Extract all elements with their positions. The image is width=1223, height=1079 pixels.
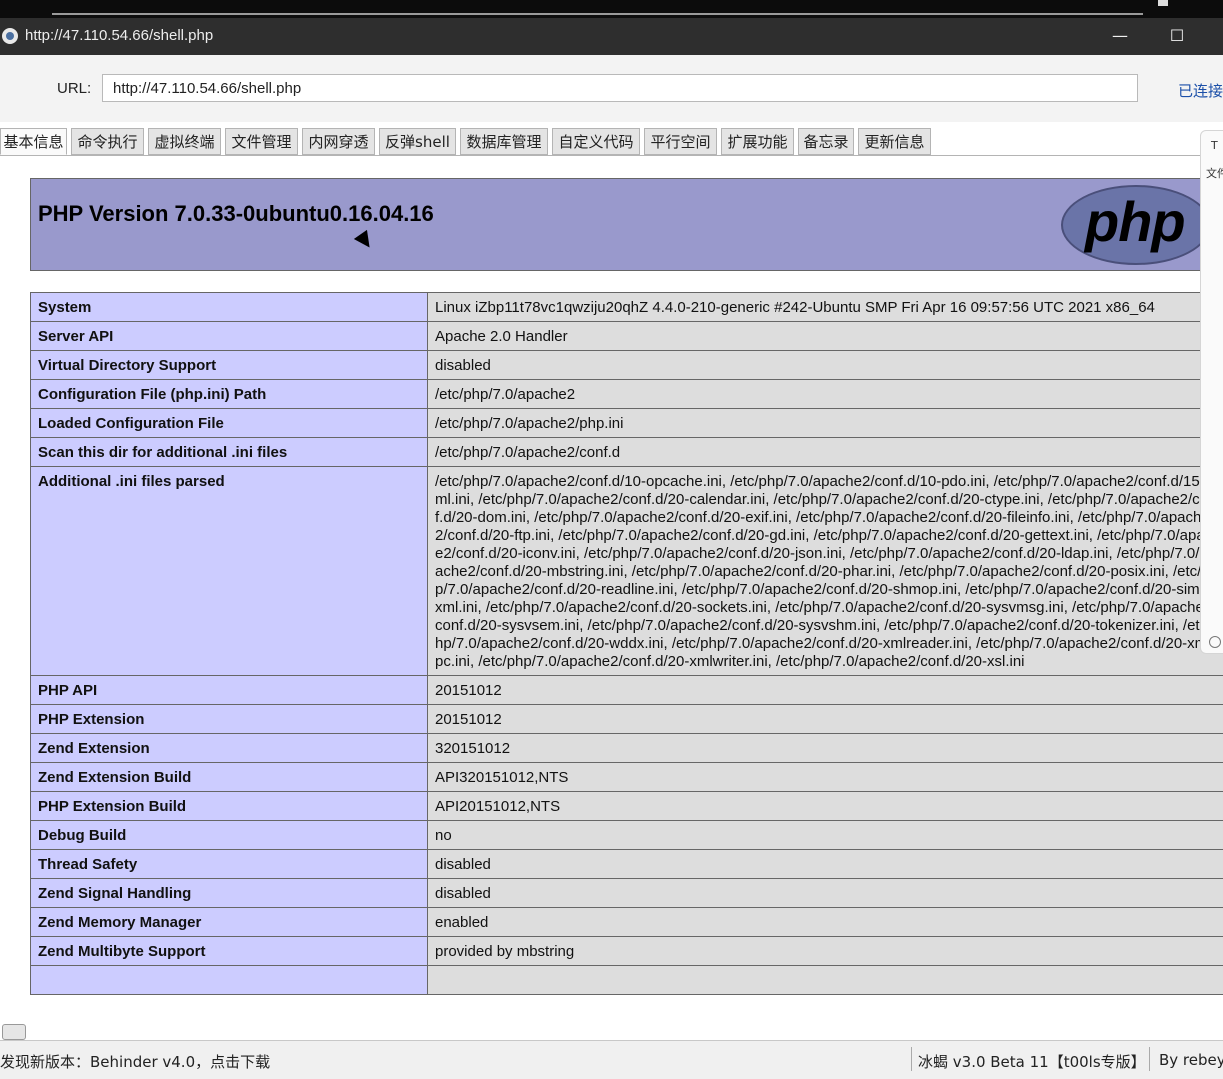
version-label: 冰蝎 v3.0 Beta 11【t00ls专版】 bbox=[918, 1051, 1146, 1072]
row-value: 20151012 bbox=[428, 676, 1223, 705]
table-row bbox=[31, 966, 1223, 995]
row-key: Zend Extension Build bbox=[31, 763, 428, 792]
row-key: Loaded Configuration File bbox=[31, 409, 428, 438]
row-value: Linux iZbp11t78vc1qwziju20qhZ 4.4.0-210-… bbox=[428, 293, 1223, 322]
window-edge bbox=[52, 13, 1143, 15]
table-row: Scan this dir for additional .ini files/… bbox=[31, 438, 1223, 467]
table-row: Zend Extension320151012 bbox=[31, 734, 1223, 763]
update-notice-link[interactable]: 发现新版本：Behinder v4.0，点击下载 bbox=[0, 1051, 270, 1072]
tray-icon bbox=[1158, 0, 1168, 6]
row-value: 320151012 bbox=[428, 734, 1223, 763]
tab-intranet-tunnel[interactable]: 内网穿透 bbox=[302, 128, 375, 155]
table-row: Loaded Configuration File/etc/php/7.0/ap… bbox=[31, 409, 1223, 438]
table-row: SystemLinux iZbp11t78vc1qwziju20qhZ 4.4.… bbox=[31, 293, 1223, 322]
row-key: Debug Build bbox=[31, 821, 428, 850]
row-key: Zend Memory Manager bbox=[31, 908, 428, 937]
php-logo: php bbox=[1061, 185, 1211, 265]
window-title: http://47.110.54.66/shell.php bbox=[25, 27, 213, 44]
row-value: disabled bbox=[428, 351, 1223, 380]
row-value: API20151012,NTS bbox=[428, 792, 1223, 821]
tab-memo[interactable]: 备忘录 bbox=[798, 128, 854, 155]
table-row: Zend Extension BuildAPI320151012,NTS bbox=[31, 763, 1223, 792]
horizontal-scrollbar[interactable] bbox=[2, 1024, 26, 1040]
table-row: Server APIApache 2.0 Handler bbox=[31, 322, 1223, 351]
row-value: enabled bbox=[428, 908, 1223, 937]
table-row: Additional .ini files parsed/etc/php/7.0… bbox=[31, 467, 1223, 676]
minimize-button[interactable]: — bbox=[1106, 24, 1134, 48]
tab-virtual-terminal[interactable]: 虚拟终端 bbox=[148, 128, 221, 155]
side-panel-t: T bbox=[1211, 139, 1218, 152]
row-value: /etc/php/7.0/apache2/conf.d/10-opcache.i… bbox=[428, 467, 1223, 676]
php-version-header: PHP Version 7.0.33-0ubuntu0.16.04.16 php bbox=[30, 178, 1220, 271]
row-key: Zend Signal Handling bbox=[31, 879, 428, 908]
row-key: Scan this dir for additional .ini files bbox=[31, 438, 428, 467]
phpinfo-panel: PHP Version 7.0.33-0ubuntu0.16.04.16 php… bbox=[0, 156, 1223, 1024]
radio-icon[interactable] bbox=[1209, 636, 1221, 648]
status-bar: 发现新版本：Behinder v4.0，点击下载 冰蝎 v3.0 Beta 11… bbox=[0, 1040, 1223, 1079]
row-key: PHP Extension Build bbox=[31, 792, 428, 821]
status-divider bbox=[911, 1047, 912, 1071]
row-key bbox=[31, 966, 428, 995]
side-panel-label: 文件 bbox=[1206, 165, 1223, 181]
row-value: /etc/php/7.0/apache2 bbox=[428, 380, 1223, 409]
php-logo-text: php bbox=[1085, 189, 1185, 254]
app-icon bbox=[2, 28, 18, 44]
row-key: Thread Safety bbox=[31, 850, 428, 879]
row-value: disabled bbox=[428, 850, 1223, 879]
row-key: Server API bbox=[31, 322, 428, 351]
table-row: Debug Buildno bbox=[31, 821, 1223, 850]
row-key: PHP API bbox=[31, 676, 428, 705]
author-label: By rebeyond bbox=[1159, 1051, 1223, 1069]
connection-status: 已连接 bbox=[1178, 80, 1223, 101]
row-value bbox=[428, 966, 1223, 995]
table-row: PHP Extension BuildAPI20151012,NTS bbox=[31, 792, 1223, 821]
url-input[interactable] bbox=[102, 74, 1138, 102]
table-row: Configuration File (php.ini) Path/etc/ph… bbox=[31, 380, 1223, 409]
tab-reverse-shell[interactable]: 反弹shell bbox=[379, 128, 456, 155]
row-value: no bbox=[428, 821, 1223, 850]
tab-file-manager[interactable]: 文件管理 bbox=[225, 128, 298, 155]
row-value: /etc/php/7.0/apache2/conf.d bbox=[428, 438, 1223, 467]
url-label: URL: bbox=[57, 80, 91, 97]
row-key: Virtual Directory Support bbox=[31, 351, 428, 380]
phpinfo-table: SystemLinux iZbp11t78vc1qwziju20qhZ 4.4.… bbox=[30, 292, 1223, 995]
row-value: disabled bbox=[428, 879, 1223, 908]
tab-extensions[interactable]: 扩展功能 bbox=[721, 128, 794, 155]
row-value: Apache 2.0 Handler bbox=[428, 322, 1223, 351]
status-divider bbox=[1149, 1047, 1150, 1071]
row-value: 20151012 bbox=[428, 705, 1223, 734]
php-version-title: PHP Version 7.0.33-0ubuntu0.16.04.16 bbox=[38, 201, 434, 227]
row-value: provided by mbstring bbox=[428, 937, 1223, 966]
row-key: Zend Extension bbox=[31, 734, 428, 763]
row-key: Configuration File (php.ini) Path bbox=[31, 380, 428, 409]
row-value: API320151012,NTS bbox=[428, 763, 1223, 792]
tab-basic-info[interactable]: 基本信息 bbox=[0, 128, 67, 155]
table-row: Zend Memory Managerenabled bbox=[31, 908, 1223, 937]
table-row: Zend Multibyte Supportprovided by mbstri… bbox=[31, 937, 1223, 966]
maximize-button[interactable]: ☐ bbox=[1163, 24, 1191, 48]
taskbar-strip bbox=[0, 0, 1223, 18]
tab-parallel-space[interactable]: 平行空间 bbox=[644, 128, 717, 155]
tab-update-info[interactable]: 更新信息 bbox=[858, 128, 931, 155]
table-row: Virtual Directory Supportdisabled bbox=[31, 351, 1223, 380]
row-value: /etc/php/7.0/apache2/php.ini bbox=[428, 409, 1223, 438]
table-row: PHP API20151012 bbox=[31, 676, 1223, 705]
tab-database-manager[interactable]: 数据库管理 bbox=[460, 128, 548, 155]
tab-custom-code[interactable]: 自定义代码 bbox=[552, 128, 640, 155]
row-key: PHP Extension bbox=[31, 705, 428, 734]
side-panel[interactable]: T 文件 bbox=[1200, 130, 1223, 654]
table-row: Zend Signal Handlingdisabled bbox=[31, 879, 1223, 908]
row-key: Additional .ini files parsed bbox=[31, 467, 428, 676]
table-row: PHP Extension20151012 bbox=[31, 705, 1223, 734]
row-key: System bbox=[31, 293, 428, 322]
tab-bar: 基本信息 命令执行 虚拟终端 文件管理 内网穿透 反弹shell 数据库管理 自… bbox=[0, 128, 1223, 156]
row-key: Zend Multibyte Support bbox=[31, 937, 428, 966]
table-row: Thread Safetydisabled bbox=[31, 850, 1223, 879]
tab-command-exec[interactable]: 命令执行 bbox=[71, 128, 144, 155]
title-bar: http://47.110.54.66/shell.php — ☐ bbox=[0, 18, 1223, 55]
